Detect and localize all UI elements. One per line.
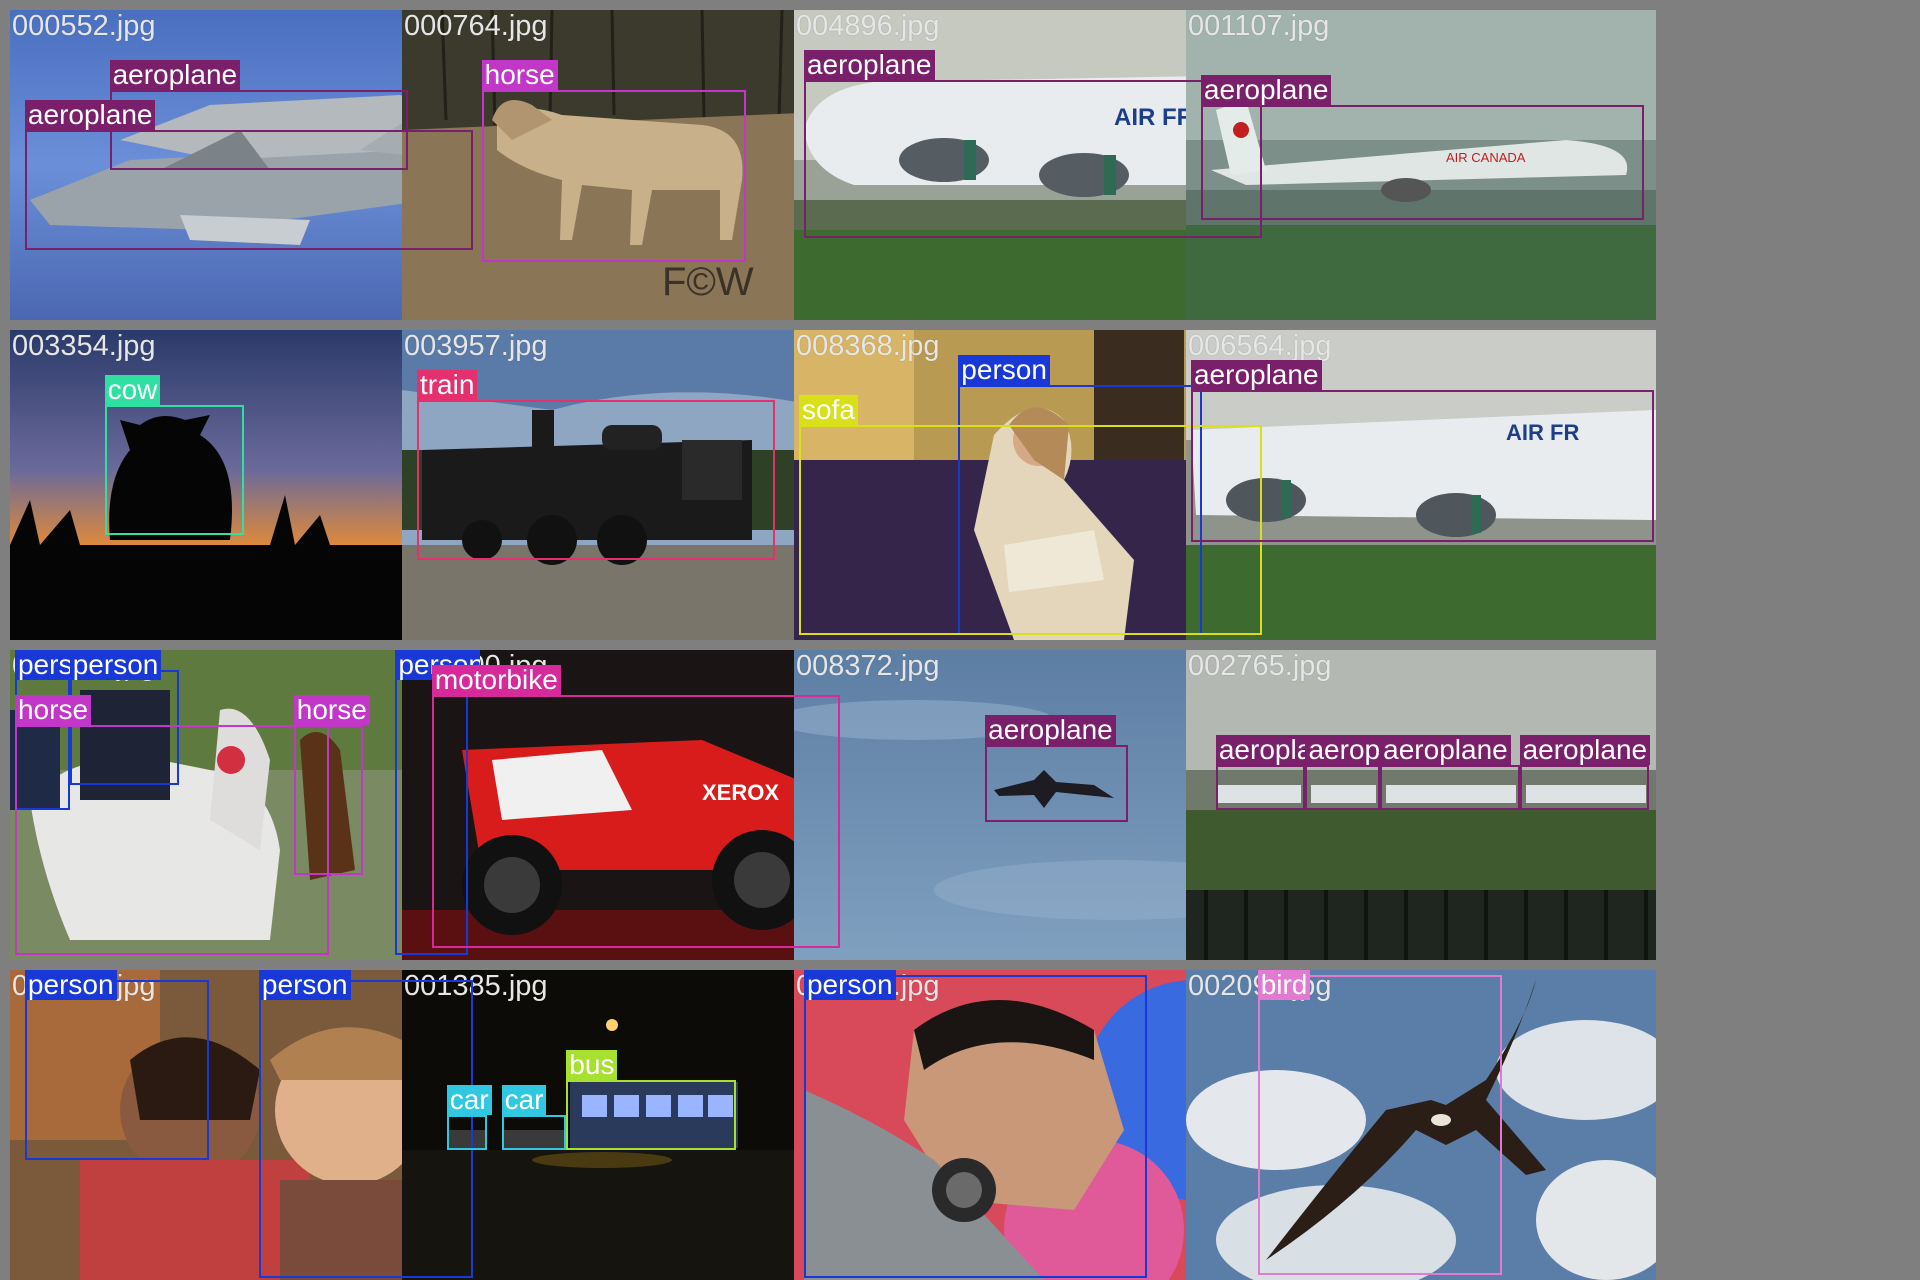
class-label: bird — [1257, 970, 1311, 1000]
filename-label: 002765.jpg — [1188, 650, 1332, 682]
bounding-box — [501, 1115, 567, 1150]
bounding-box — [1305, 765, 1381, 810]
class-label: person — [258, 970, 351, 1000]
svg-text:F©W: F©W — [662, 260, 754, 304]
bounding-box — [293, 725, 364, 875]
image-tile: XEROX 001000.jpgmotorbike — [402, 650, 872, 960]
filename-label: 001107.jpg — [1188, 10, 1330, 42]
class-label: sofa — [798, 395, 858, 425]
bounding-box — [1200, 105, 1645, 220]
bounding-box — [258, 980, 473, 1278]
bounding-box — [803, 80, 1262, 238]
filename-label: 008368.jpg — [796, 330, 940, 362]
class-label: horse — [481, 60, 558, 90]
class-label: aeroplane — [109, 60, 241, 90]
filename-label: 008372.jpg — [796, 650, 940, 682]
class-label: motorbike — [431, 665, 561, 695]
bounding-box — [24, 130, 473, 250]
class-label: person — [958, 355, 1050, 385]
bounding-box — [1215, 765, 1306, 810]
bounding-box — [446, 1115, 487, 1150]
class-label: person — [69, 650, 162, 680]
filename-label: 003354.jpg — [12, 330, 156, 362]
filename-label: 000552.jpg — [12, 10, 156, 42]
image-tile: 002678.jpgpersonpersonhorsehorseperson — [10, 650, 480, 960]
class-label: person — [24, 970, 117, 1000]
image-tile: AIR CANADA 001107.jpg aeroplane — [1186, 10, 1656, 320]
bounding-box — [24, 980, 210, 1160]
bounding-box — [1380, 765, 1520, 810]
image-tile: 002094.jpgbird — [1186, 970, 1656, 1280]
class-label: car — [501, 1085, 547, 1115]
bounding-box — [481, 90, 746, 262]
class-label: aeroplane — [1380, 735, 1511, 765]
class-label: person — [803, 970, 896, 1000]
class-label: aeroplane — [1519, 735, 1651, 765]
bounding-box — [1190, 390, 1654, 542]
filename-label: 004896.jpg — [796, 10, 940, 42]
bounding-box — [1519, 765, 1649, 810]
class-label: aeroplane — [985, 715, 1116, 745]
class-label: train — [416, 370, 478, 400]
bounding-box — [431, 695, 841, 948]
class-label: bus — [566, 1050, 618, 1080]
bounding-box — [985, 745, 1128, 822]
class-label: aeroplane — [803, 50, 935, 80]
bounding-box — [104, 405, 244, 535]
class-label: horse — [293, 695, 370, 725]
image-tile: 000000.jpgpersonperson — [10, 970, 480, 1280]
bounding-box — [416, 400, 776, 560]
bounding-box — [1257, 975, 1502, 1275]
detection-mosaic: 000552.jpg aeroplane aeroplane F©W 000764.… — [0, 0, 1920, 1280]
class-label: aeroplane — [1190, 360, 1322, 390]
class-label: cow — [104, 375, 161, 405]
class-label: aeroplane — [1200, 75, 1332, 105]
class-label: horse — [14, 695, 92, 725]
bounding-box — [566, 1080, 736, 1150]
bounding-box — [14, 725, 329, 955]
class-label: car — [446, 1085, 492, 1115]
image-tile: 002765.jpg aeroplane aeroplane aeroplane aer… — [1186, 650, 1656, 960]
filename-label: 000764.jpg — [404, 10, 548, 42]
class-label: aeroplane — [24, 100, 156, 130]
bounding-box — [803, 975, 1148, 1278]
filename-label: 003957.jpg — [404, 330, 548, 362]
